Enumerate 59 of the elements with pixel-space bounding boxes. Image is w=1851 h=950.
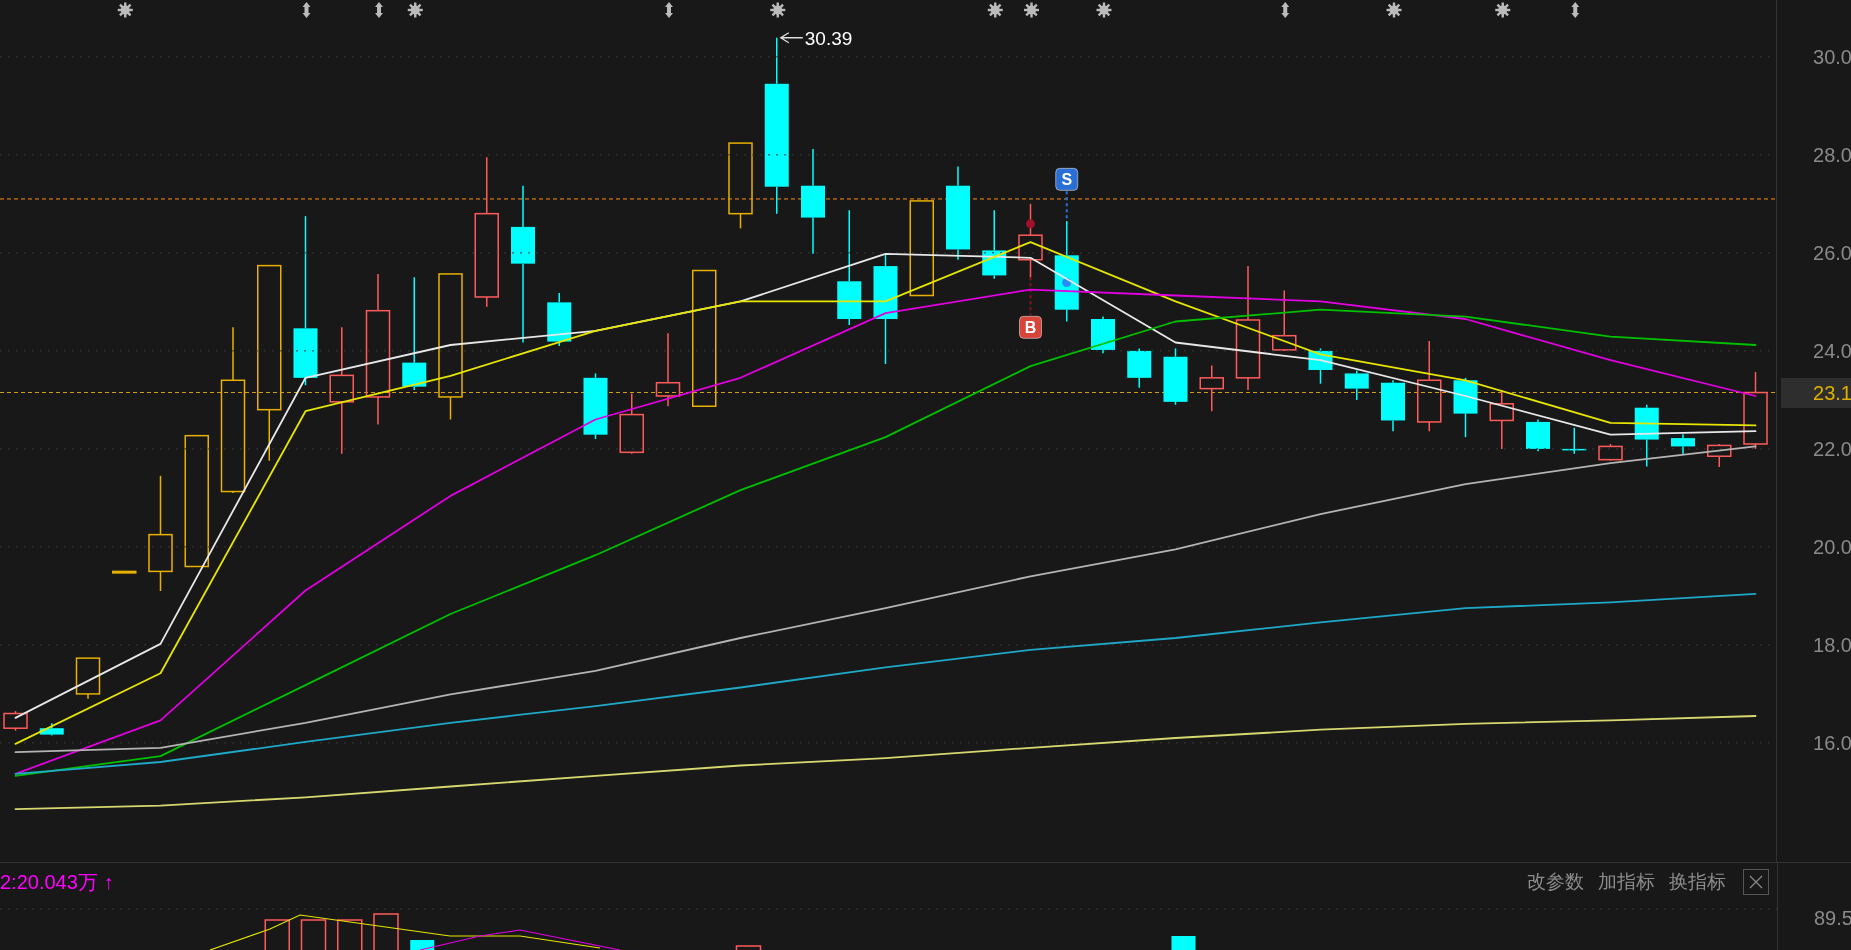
signal-dot bbox=[1062, 278, 1072, 287]
candlestick bbox=[39, 722, 64, 737]
volume-reading: 2:20.043万 ↑ bbox=[0, 869, 114, 895]
candlestick bbox=[1091, 315, 1115, 355]
asterisk-icon bbox=[1024, 2, 1039, 18]
high-price-label: 30.39 bbox=[804, 27, 853, 49]
asterisk-icon bbox=[407, 2, 423, 18]
axis-tick-label: 30.0 bbox=[1813, 45, 1851, 69]
candlestick bbox=[1598, 443, 1623, 462]
candlestick bbox=[1163, 347, 1188, 406]
axis-tick-label: 24.0 bbox=[1813, 339, 1851, 363]
candlestick bbox=[1526, 418, 1550, 453]
candlestick bbox=[1199, 364, 1224, 412]
candlestick bbox=[1453, 377, 1478, 438]
candlestick bbox=[583, 372, 608, 440]
asterisk-icon bbox=[1495, 2, 1511, 18]
close-icon[interactable] bbox=[1743, 869, 1769, 895]
sell-signal-badge: S bbox=[1055, 168, 1079, 191]
candlestick bbox=[1308, 347, 1333, 385]
signal-dotted-line bbox=[1065, 190, 1068, 220]
candlestick bbox=[619, 392, 644, 455]
candlestick bbox=[3, 710, 28, 732]
up-down-arrow-icon bbox=[375, 2, 383, 18]
signal-dotted-line bbox=[1029, 276, 1032, 317]
candlestick bbox=[1381, 379, 1405, 432]
candlestick bbox=[1489, 389, 1514, 450]
candlestick bbox=[1272, 289, 1297, 352]
up-down-arrow-icon bbox=[1571, 2, 1580, 18]
candlestick bbox=[1671, 433, 1695, 456]
asterisk-icon bbox=[117, 2, 133, 18]
candlestick bbox=[1634, 404, 1659, 468]
indicator-button[interactable]: 换指标 bbox=[1662, 869, 1733, 895]
current-price-tag: 23.1 bbox=[1781, 377, 1851, 408]
asterisk-icon bbox=[1386, 2, 1402, 18]
axis-tick-label: 18.0 bbox=[1813, 633, 1851, 657]
axis-tick-label: 26.0 bbox=[1813, 241, 1851, 265]
asterisk-icon bbox=[770, 2, 786, 18]
asterisk-icon bbox=[987, 2, 1003, 18]
candlestick bbox=[1344, 369, 1369, 401]
indicator-button[interactable]: 加指标 bbox=[1591, 869, 1662, 895]
buy-signal-badge: B bbox=[1019, 316, 1042, 339]
candlestick bbox=[1127, 347, 1152, 389]
candlestick bbox=[112, 570, 137, 574]
indicator-button[interactable]: 改参数 bbox=[1520, 869, 1591, 895]
candlestick bbox=[1707, 443, 1732, 468]
up-down-arrow-icon bbox=[665, 2, 673, 18]
axis-tick-label: 16.0 bbox=[1813, 731, 1851, 755]
candlestick bbox=[1562, 427, 1587, 455]
candlestick bbox=[75, 657, 101, 700]
signal-dot bbox=[1026, 219, 1035, 229]
axis-tick-label: 20.0 bbox=[1813, 535, 1851, 559]
up-down-arrow-icon bbox=[302, 2, 311, 18]
asterisk-icon bbox=[1096, 2, 1112, 18]
axis-tick-label: 28.0 bbox=[1813, 143, 1851, 167]
up-down-arrow-icon bbox=[1281, 2, 1290, 18]
candlestick bbox=[547, 292, 572, 347]
axis-tick-label: 22.0 bbox=[1813, 437, 1851, 461]
arrow-icon bbox=[779, 32, 804, 44]
candlestick bbox=[982, 209, 1007, 280]
